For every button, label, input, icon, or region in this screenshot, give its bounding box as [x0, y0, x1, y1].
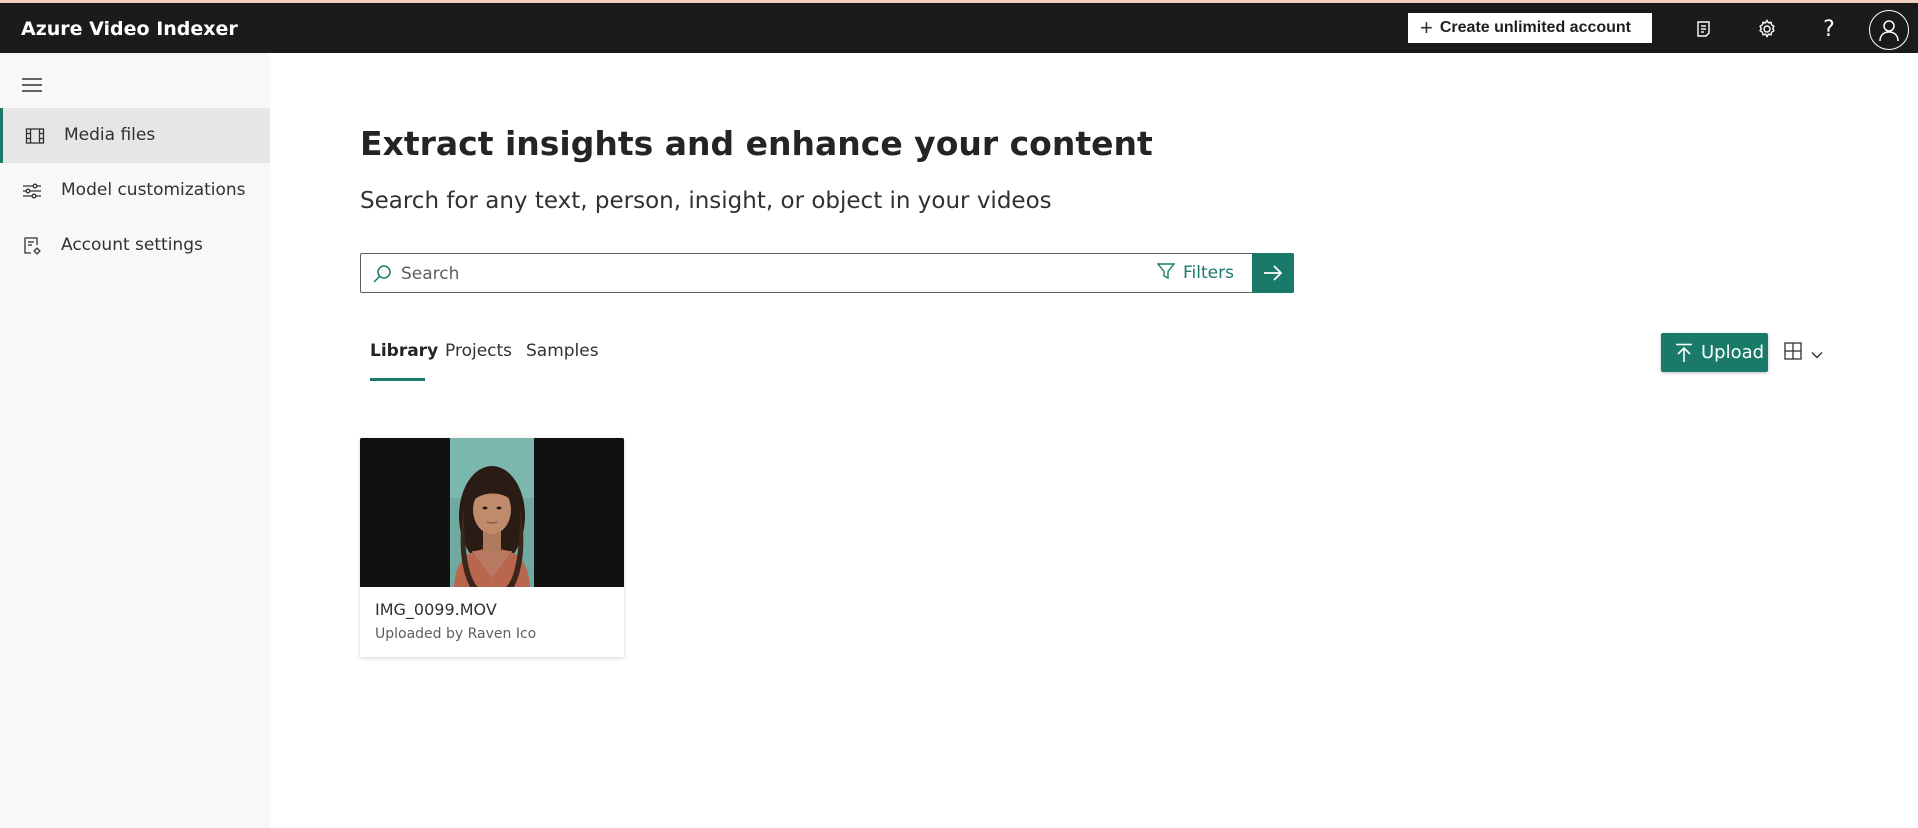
upload-button[interactable]: Upload: [1661, 333, 1768, 372]
top-bar: Azure Video Indexer + Create unlimited a…: [0, 0, 1918, 53]
filters-label: Filters: [1183, 263, 1234, 283]
help-icon[interactable]: ?: [1811, 11, 1847, 47]
tab-library[interactable]: Library: [370, 341, 438, 361]
sidebar-item-account-settings[interactable]: Account settings: [0, 218, 270, 273]
sidebar-item-model-customizations[interactable]: Model customizations: [0, 163, 270, 218]
film-icon: [25, 126, 45, 146]
media-title: IMG_0099.MOV: [375, 600, 497, 619]
search-input[interactable]: [401, 260, 1101, 288]
app-title[interactable]: Azure Video Indexer: [21, 18, 238, 40]
filter-icon: [1156, 262, 1176, 284]
page-title: Extract insights and enhance your conten…: [360, 124, 1153, 163]
create-unlimited-account-label: Create unlimited account: [1439, 19, 1632, 36]
page-subtitle: Search for any text, person, insight, or…: [360, 188, 1052, 214]
hamburger-menu-icon[interactable]: [20, 73, 44, 97]
tab-samples[interactable]: Samples: [526, 341, 599, 361]
upload-label: Upload: [1701, 342, 1765, 363]
media-card[interactable]: IMG_0099.MOV Uploaded by Raven Ico: [360, 438, 624, 657]
create-unlimited-account-button[interactable]: + Create unlimited account: [1408, 13, 1652, 43]
sidebar: Media files Model customizations Account…: [0, 53, 270, 828]
upload-icon: [1675, 343, 1693, 363]
gear-icon[interactable]: [1749, 11, 1785, 47]
grid-view-icon: [1784, 342, 1802, 364]
settings-doc-icon: [22, 236, 42, 256]
plus-icon: +: [1420, 15, 1433, 40]
sidebar-item-label: Media files: [64, 125, 156, 145]
view-toggle-dropdown[interactable]: [1784, 340, 1830, 366]
sliders-icon: [22, 181, 42, 201]
sidebar-item-label: Model customizations: [61, 180, 246, 200]
active-tab-indicator: [370, 378, 425, 381]
account-avatar-icon[interactable]: [1869, 10, 1909, 50]
sidebar-item-label: Account settings: [61, 235, 203, 255]
search-submit-button[interactable]: [1252, 253, 1294, 293]
sidebar-item-media-files[interactable]: Media files: [0, 108, 270, 163]
search-icon: [372, 264, 392, 284]
tab-projects[interactable]: Projects: [445, 341, 512, 361]
filters-button[interactable]: Filters: [1156, 254, 1234, 292]
media-uploaded-by: Uploaded by Raven Ico: [375, 626, 537, 642]
search-box: Filters: [360, 253, 1294, 293]
video-thumbnail: [360, 438, 624, 587]
whats-new-icon[interactable]: [1686, 11, 1722, 47]
chevron-down-icon: [1811, 344, 1823, 363]
